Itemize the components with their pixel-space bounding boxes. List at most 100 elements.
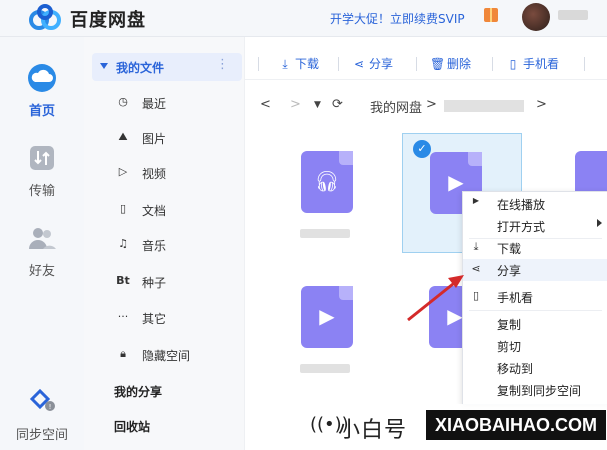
menu-label: 在线播放	[497, 198, 546, 212]
avatar[interactable]	[522, 3, 550, 31]
app-title: 百度网盘	[70, 10, 146, 31]
breadcrumb-separator: >	[536, 97, 547, 112]
play-icon: ▶	[472, 196, 480, 205]
breadcrumb-root[interactable]: 我的网盘	[370, 97, 422, 116]
watermark-cn: 小白号	[338, 418, 408, 443]
tree-item-label: 隐藏空间	[142, 349, 191, 363]
bt-icon: Bt	[116, 274, 130, 287]
menu-item-copy[interactable]: 复制	[463, 313, 607, 335]
menu-item-cut[interactable]: 剪切	[463, 335, 607, 357]
file-name-blurred	[300, 229, 350, 238]
share-button[interactable]: ⋖ 分享	[352, 55, 393, 72]
menu-item-phone-view[interactable]: ▯ 手机看	[463, 286, 607, 308]
tree-item-label: 种子	[142, 276, 167, 290]
menu-label: 复制	[497, 318, 522, 332]
download-button[interactable]: ⤓ 下载	[278, 55, 319, 72]
breadcrumb: < > ▼ ⟳ 我的网盘 > >	[244, 94, 607, 116]
tree-item-documents[interactable]: ▯ 文档	[116, 200, 236, 220]
breadcrumb-separator: >	[426, 97, 437, 112]
tree-item-label: 图片	[142, 132, 167, 146]
menu-item-move-to[interactable]: 移动到	[463, 357, 607, 379]
transfer-icon	[30, 146, 54, 170]
tree-item-label: 视频	[142, 167, 167, 181]
menu-label: 分享	[497, 264, 522, 278]
video-file-icon: ▶	[301, 286, 353, 348]
svip-promo-link[interactable]: 开学大促！立即续费SVIP	[330, 10, 465, 27]
file-item-audio[interactable]: 🎧︎	[274, 133, 392, 251]
baidu-netdisk-logo	[29, 4, 61, 30]
rail-item-home[interactable]: 首页	[0, 63, 84, 119]
phone-view-button[interactable]: ▯ 手机看	[506, 55, 559, 72]
back-arrow-icon[interactable]: <	[260, 97, 271, 112]
download-icon: ⤓	[473, 240, 479, 253]
toolbar-divider	[492, 57, 493, 71]
menu-label: 移动到	[497, 362, 534, 376]
tree-item-other[interactable]: ··· 其它	[116, 308, 236, 328]
tree-item-recent[interactable]: ◷ 最近	[116, 93, 236, 113]
menu-label: 剪切	[497, 340, 522, 354]
menu-label: 复制到同步空间	[497, 384, 582, 398]
rail-item-transfer[interactable]: 传输	[0, 143, 84, 199]
tree-item-label: 文档	[142, 204, 167, 218]
menu-item-share[interactable]: ⋖ 分享	[463, 259, 607, 281]
rail-label-home: 首页	[28, 104, 55, 119]
lock-icon: 🔒︎	[120, 347, 126, 360]
expand-triangle-icon	[100, 63, 108, 69]
headphones-icon: 🎧︎	[314, 169, 340, 193]
vertical-dots-icon[interactable]: ⋮	[216, 57, 229, 72]
file-name-blurred	[300, 364, 350, 373]
username-blurred[interactable]	[558, 10, 588, 20]
tree-item-hidden-space[interactable]: 🔒︎ 隐藏空间	[116, 345, 236, 365]
tree-item-torrents[interactable]: Bt 种子	[116, 272, 236, 292]
rail-item-sync-space[interactable]: ! 同步空间	[0, 387, 84, 443]
tree-my-shares[interactable]: 我的分享	[114, 383, 162, 400]
watermark-en: XIAOBAIHAO.COM	[426, 410, 606, 440]
more-icon: ···	[117, 310, 129, 323]
phone-icon: ▯	[472, 289, 480, 302]
menu-item-open-with[interactable]: 打开方式	[463, 215, 607, 237]
check-icon[interactable]: ✓	[413, 140, 431, 158]
file-tree: 我的文件 ⋮ ◷ 最近 ⛰ 图片 ▷ 视频 ▯ 文档 ♫ 音乐 Bt 种子 ··…	[84, 37, 245, 450]
rail-label-sync-space: 同步空间	[15, 428, 68, 443]
trash-icon: 🗑︎	[430, 57, 446, 71]
clock-icon: ◷	[118, 95, 128, 108]
history-dropdown-icon[interactable]: ▼	[314, 100, 321, 110]
file-toolbar: ⤓ 下载 ⋖ 分享 🗑︎ 删除 ▯ 手机看	[244, 47, 607, 80]
gift-icon[interactable]	[484, 8, 498, 22]
cloud-home-icon	[28, 64, 56, 92]
phone-label: 手机看	[523, 57, 560, 71]
headphones-icon: ♫	[118, 237, 128, 250]
share-icon: ⋖	[353, 57, 365, 71]
menu-item-copy-to-sync[interactable]: 复制到同步空间	[463, 379, 607, 401]
download-icon: ⤓	[282, 57, 288, 71]
tree-my-files[interactable]: 我的文件 ⋮	[92, 53, 242, 81]
toolbar-divider	[338, 57, 339, 71]
tree-item-videos[interactable]: ▷ 视频	[116, 163, 236, 183]
tree-item-pictures[interactable]: ⛰ 图片	[116, 128, 236, 148]
menu-label: 打开方式	[497, 220, 546, 234]
menu-item-download[interactable]: ⤓ 下载	[463, 237, 607, 259]
refresh-icon[interactable]: ⟳	[332, 97, 343, 112]
file-item-video[interactable]: ▶	[274, 268, 392, 386]
tree-item-music[interactable]: ♫ 音乐	[116, 235, 236, 255]
menu-label: 手机看	[497, 291, 534, 305]
rail-item-friends[interactable]: 好友	[0, 223, 84, 279]
watermark: ((•)) 小白号 XIAOBAIHAO.COM	[304, 404, 607, 450]
picture-icon: ⛰	[118, 130, 128, 143]
play-icon: ▷	[118, 165, 128, 178]
red-arrow-annotation	[407, 275, 464, 322]
toolbar-divider	[258, 57, 259, 71]
delete-button[interactable]: 🗑︎ 删除	[430, 55, 471, 72]
menu-label: 下载	[497, 242, 522, 256]
share-icon: ⋖	[471, 262, 481, 275]
toolbar-divider	[416, 57, 417, 71]
toolbar-divider	[584, 57, 585, 71]
forward-arrow-icon[interactable]: >	[290, 97, 301, 112]
tree-recycle-bin[interactable]: 回收站	[114, 418, 150, 435]
tree-item-label: 音乐	[142, 239, 167, 253]
breadcrumb-folder-blurred[interactable]	[444, 100, 524, 112]
download-label: 下载	[295, 57, 320, 71]
tree-head-label: 我的文件	[116, 61, 165, 75]
share-label: 分享	[369, 57, 394, 71]
menu-item-play-online[interactable]: ▶ 在线播放	[463, 193, 607, 215]
